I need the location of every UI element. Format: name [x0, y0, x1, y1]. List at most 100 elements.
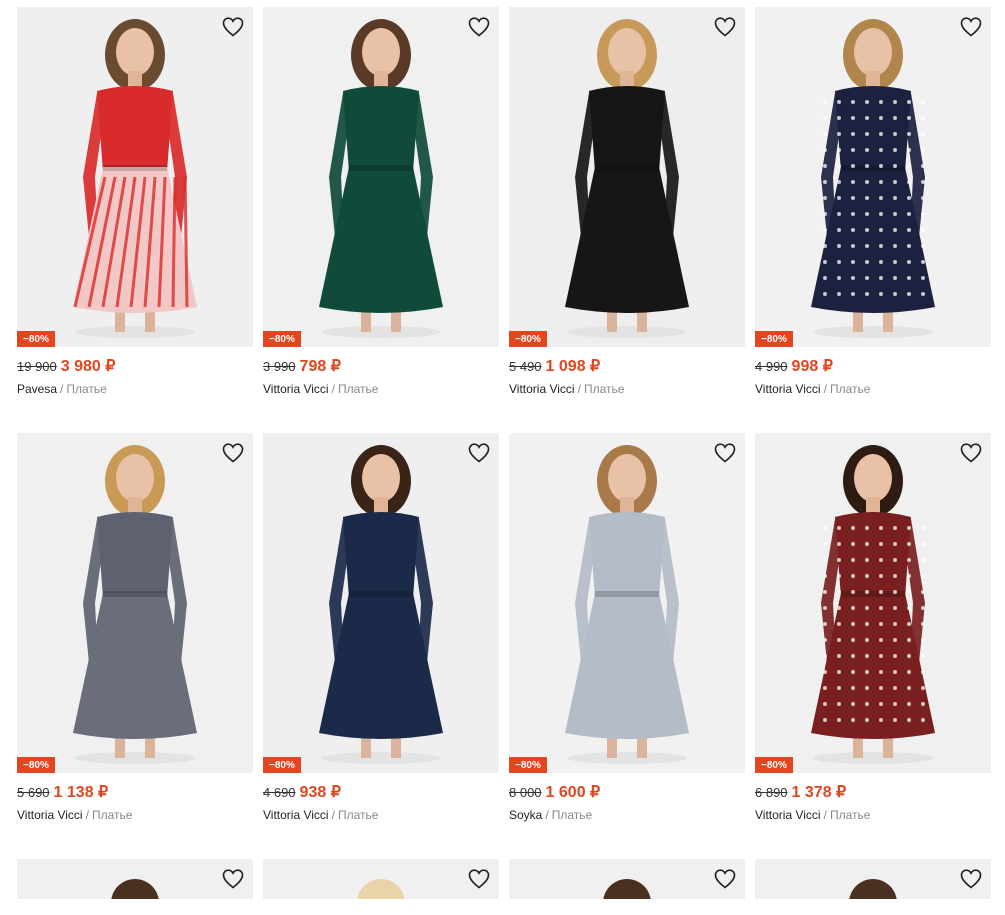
discount-badge: −80%: [263, 757, 301, 773]
separator: /: [545, 808, 549, 822]
heart-outline-icon[interactable]: [467, 867, 491, 891]
category-name: Платье: [551, 808, 593, 822]
discount-badge: −80%: [17, 331, 55, 347]
heart-outline-icon[interactable]: [713, 15, 737, 39]
separator: /: [60, 382, 64, 396]
product-image[interactable]: [755, 859, 991, 899]
old-price: 19 900: [17, 359, 57, 374]
product-photo: [811, 445, 935, 764]
category-name: Платье: [337, 808, 379, 822]
product-image[interactable]: −80%: [755, 7, 991, 347]
heart-outline-icon[interactable]: [221, 15, 245, 39]
price-row: 5 490 1 098 ₽: [509, 357, 745, 377]
current-price: 998 ₽: [791, 358, 833, 375]
heart-outline-icon[interactable]: [221, 441, 245, 465]
brand-name[interactable]: Vittoria Vicci: [263, 382, 329, 396]
separator: /: [823, 808, 827, 822]
product-image[interactable]: −80%: [509, 433, 745, 773]
product-meta: Vittoria Vicci / Платье: [17, 808, 253, 823]
category-name: Платье: [66, 382, 107, 396]
discount-badge: −80%: [755, 331, 793, 347]
price-row: 8 000 1 600 ₽: [509, 783, 745, 803]
product-meta: Vittoria Vicci / Платье: [509, 382, 745, 397]
product-card[interactable]: −80% 3 990 798 ₽ Vittoria Vicci / Платье: [263, 7, 499, 397]
old-price: 4 690: [263, 785, 296, 800]
product-meta: Vittoria Vicci / Платье: [755, 808, 991, 823]
price-row: 6 890 1 378 ₽: [755, 783, 991, 803]
discount-badge: −80%: [509, 757, 547, 773]
product-meta: Vittoria Vicci / Платье: [263, 808, 499, 823]
current-price: 1 138 ₽: [53, 784, 109, 801]
product-image[interactable]: −80%: [263, 7, 499, 347]
product-card[interactable]: [509, 859, 745, 899]
old-price: 5 690: [17, 785, 50, 800]
product-photo: [111, 879, 159, 899]
product-card[interactable]: −80% 4 990 998 ₽ Vittoria Vicci / Платье: [755, 7, 991, 397]
product-photo: [565, 19, 689, 338]
product-photo: [73, 19, 197, 338]
product-card[interactable]: −80% 8 000 1 600 ₽ Soyka / Платье: [509, 433, 745, 823]
heart-outline-icon[interactable]: [221, 867, 245, 891]
product-card[interactable]: −80% 6 890 1 378 ₽ Vittoria Vicci / Платье: [755, 433, 991, 823]
category-name: Платье: [583, 382, 625, 396]
product-meta: Vittoria Vicci / Платье: [755, 382, 991, 397]
brand-name[interactable]: Vittoria Vicci: [755, 382, 821, 396]
current-price: 3 980 ₽: [60, 358, 116, 375]
brand-name[interactable]: Vittoria Vicci: [509, 382, 575, 396]
old-price: 6 890: [755, 785, 788, 800]
product-photo: [357, 879, 405, 899]
price-row: 19 900 3 980 ₽: [17, 357, 253, 377]
category-name: Платье: [91, 808, 133, 822]
brand-name[interactable]: Vittoria Vicci: [17, 808, 83, 822]
product-image[interactable]: −80%: [509, 7, 745, 347]
product-image[interactable]: −80%: [17, 7, 253, 347]
old-price: 8 000: [509, 785, 542, 800]
old-price: 4 990: [755, 359, 788, 374]
product-card[interactable]: [17, 859, 253, 899]
product-card[interactable]: [263, 859, 499, 899]
product-photo: [319, 19, 443, 338]
product-card[interactable]: −80% 4 690 938 ₽ Vittoria Vicci / Платье: [263, 433, 499, 823]
current-price: 938 ₽: [299, 784, 341, 801]
product-card[interactable]: [755, 859, 991, 899]
product-photo: [811, 19, 935, 338]
brand-name[interactable]: Vittoria Vicci: [263, 808, 329, 822]
heart-outline-icon[interactable]: [959, 15, 983, 39]
brand-name[interactable]: Vittoria Vicci: [755, 808, 821, 822]
product-photo: [319, 445, 443, 764]
current-price: 1 378 ₽: [791, 784, 847, 801]
heart-outline-icon[interactable]: [467, 15, 491, 39]
brand-name[interactable]: Pavesa: [17, 382, 57, 396]
heart-outline-icon[interactable]: [959, 867, 983, 891]
brand-name[interactable]: Soyka: [509, 808, 542, 822]
separator: /: [85, 808, 89, 822]
heart-outline-icon[interactable]: [713, 441, 737, 465]
product-image[interactable]: [263, 859, 499, 899]
current-price: 798 ₽: [299, 358, 341, 375]
product-card[interactable]: −80% 5 490 1 098 ₽ Vittoria Vicci / Платье: [509, 7, 745, 397]
product-meta: Vittoria Vicci / Платье: [263, 382, 499, 397]
separator: /: [331, 382, 335, 396]
product-photo: [73, 445, 197, 764]
product-photo: [565, 445, 689, 764]
product-image[interactable]: −80%: [755, 433, 991, 773]
product-card[interactable]: −80% 5 690 1 138 ₽ Vittoria Vicci / Платье: [17, 433, 253, 823]
price-row: 5 690 1 138 ₽: [17, 783, 253, 803]
category-name: Платье: [337, 382, 379, 396]
product-photo: [603, 879, 651, 899]
product-image[interactable]: −80%: [17, 433, 253, 773]
price-row: 3 990 798 ₽: [263, 357, 499, 377]
separator: /: [823, 382, 827, 396]
heart-outline-icon[interactable]: [467, 441, 491, 465]
product-image[interactable]: [509, 859, 745, 899]
current-price: 1 600 ₽: [545, 784, 601, 801]
price-row: 4 990 998 ₽: [755, 357, 991, 377]
heart-outline-icon[interactable]: [959, 441, 983, 465]
product-image[interactable]: [17, 859, 253, 899]
heart-outline-icon[interactable]: [713, 867, 737, 891]
product-photo: [849, 879, 897, 899]
separator: /: [331, 808, 335, 822]
discount-badge: −80%: [263, 331, 301, 347]
product-image[interactable]: −80%: [263, 433, 499, 773]
product-card[interactable]: −80% 19 900 3 980 ₽ Pavesa / Платье: [17, 7, 253, 397]
